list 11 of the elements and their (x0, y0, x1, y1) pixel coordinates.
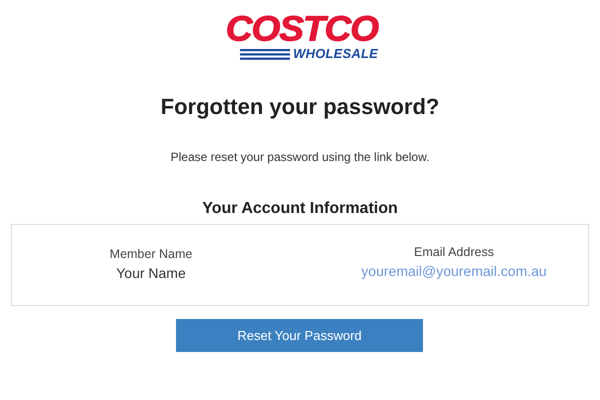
logo-tagline: WHOLESALE (293, 47, 378, 61)
reset-password-button[interactable]: Reset Your Password (176, 319, 423, 352)
email-link[interactable]: youremail@youremail.com.au (361, 263, 547, 279)
field-value: Your Name (116, 265, 186, 281)
logo-wordmark: COSTCO (226, 12, 378, 46)
instruction-text: Please reset your password using the link below. (170, 150, 430, 164)
stripes-icon (240, 48, 290, 60)
page-title: Forgotten your password? (160, 94, 440, 120)
field-label: Email Address (414, 245, 494, 259)
section-heading: Your Account Information (201, 200, 399, 218)
field-label: Member Name (110, 247, 192, 261)
